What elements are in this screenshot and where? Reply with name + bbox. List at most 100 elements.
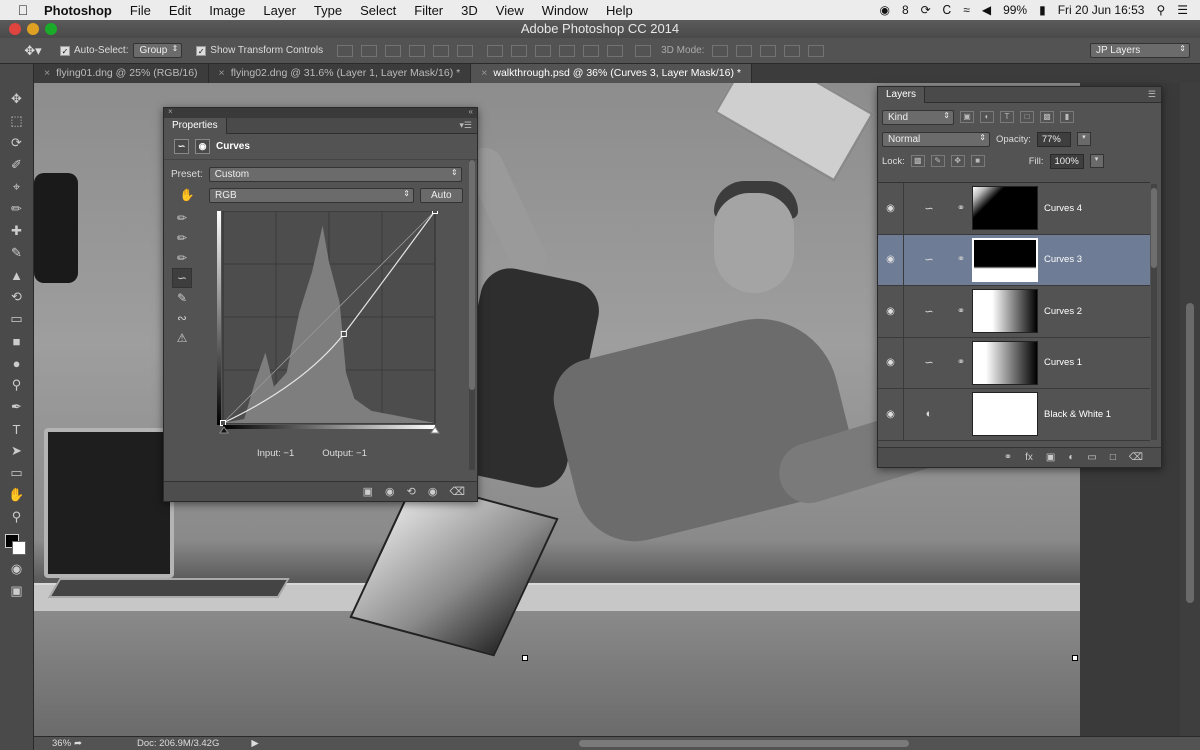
rectangle-tool-icon[interactable]: ▭ <box>0 462 33 484</box>
align-vertical-center-icon[interactable] <box>361 44 378 57</box>
zoom-tool-icon[interactable]: ⚲ <box>0 506 33 528</box>
screen-mode-icon[interactable]: ▣ <box>0 580 33 602</box>
curve-control-point[interactable] <box>432 211 438 214</box>
distribute-top-icon[interactable] <box>487 44 504 57</box>
new-group-folder-icon[interactable]: ▭ <box>1087 452 1096 463</box>
menu-file[interactable]: File <box>130 3 151 18</box>
filter-smart-object-icon[interactable]: ▩ <box>1040 111 1054 123</box>
type-tool-icon[interactable]: T <box>0 418 33 440</box>
brush-tool-icon[interactable]: ✎ <box>0 242 33 264</box>
mask-link-icon[interactable]: ⚭ <box>954 203 968 214</box>
menu-filter[interactable]: Filter <box>414 3 443 18</box>
auto-align-layers-icon[interactable] <box>635 44 652 57</box>
minimize-window-button[interactable] <box>27 23 39 35</box>
close-window-button[interactable] <box>9 23 21 35</box>
eraser-tool-icon[interactable]: ▭ <box>0 308 33 330</box>
sample-gray-point-icon[interactable]: ✏ <box>172 228 192 248</box>
visibility-eye-icon[interactable]: ◉ <box>878 183 904 234</box>
auto-select-checkbox[interactable]: ✓ Auto-Select: <box>60 45 128 56</box>
draw-curve-pencil-icon[interactable]: ✎ <box>172 288 192 308</box>
menu-3d[interactable]: 3D <box>461 3 478 18</box>
layer-name[interactable]: Curves 1 <box>1044 357 1082 368</box>
auto-button[interactable]: Auto <box>420 187 463 203</box>
new-adjustment-layer-icon[interactable]: ◐ <box>1068 452 1074 463</box>
curves-adjustment-icon[interactable]: ∽ <box>174 139 189 154</box>
align-right-icon[interactable] <box>457 44 474 57</box>
layer-black-white-1[interactable]: ◉ ◐ ⚭ Black & White 1 <box>878 389 1150 441</box>
filter-type-icon[interactable]: T <box>1000 111 1014 123</box>
curve-control-point[interactable] <box>220 420 226 426</box>
lasso-tool-icon[interactable]: ⟳ <box>0 132 33 154</box>
canvas-horizontal-scrollbar[interactable] <box>579 740 909 747</box>
delete-adjustment-trash-icon[interactable]: ⌫ <box>449 485 465 498</box>
menu-view[interactable]: View <box>496 3 524 18</box>
align-bottom-icon[interactable] <box>385 44 402 57</box>
channel-dropdown[interactable]: RGB <box>209 187 414 203</box>
distribute-horizontal-center-icon[interactable] <box>583 44 600 57</box>
zoom-level[interactable]: 36% <box>34 738 74 749</box>
transform-handle-bottom-center[interactable] <box>522 655 528 661</box>
view-previous-state-icon[interactable]: ◉ <box>385 485 395 498</box>
close-panel-icon[interactable]: × <box>168 107 173 116</box>
preset-dropdown[interactable]: Custom <box>208 166 462 182</box>
layer-mask-thumbnail[interactable] <box>972 340 1038 385</box>
blend-mode-dropdown[interactable]: Normal <box>882 131 990 147</box>
lock-all-icon[interactable]: ■ <box>970 155 985 167</box>
bluetooth-icon[interactable]: Ꮯ <box>943 3 952 18</box>
battery-percent[interactable]: 99% <box>1003 3 1027 17</box>
hand-tool-icon[interactable]: ✋ <box>0 484 33 506</box>
close-tab-icon[interactable]: × <box>44 67 50 79</box>
layer-curves-4[interactable]: ◉ ∽ ⚭ Curves 4 <box>878 183 1150 235</box>
visibility-eye-icon[interactable]: ◉ <box>878 286 904 337</box>
filter-pixel-icon[interactable]: ▣ <box>960 111 974 123</box>
filter-adjustment-icon[interactable]: ◐ <box>980 111 994 123</box>
layer-mask-thumbnail[interactable] <box>972 392 1038 437</box>
sync-icon[interactable]: ⟳ <box>921 3 931 17</box>
curve-control-point[interactable] <box>340 330 347 337</box>
sample-white-point-icon[interactable]: ✏ <box>172 248 192 268</box>
visibility-eye-icon[interactable]: ◉ <box>878 389 904 440</box>
crop-tool-icon[interactable]: ⌖ <box>0 176 33 198</box>
blur-tool-icon[interactable]: ● <box>0 352 33 374</box>
toggle-visibility-eye-icon[interactable]: ◉ <box>428 485 438 498</box>
close-tab-icon[interactable]: × <box>481 67 487 79</box>
menu-help[interactable]: Help <box>606 3 633 18</box>
scrollbar-thumb[interactable] <box>469 160 475 390</box>
visibility-eye-icon[interactable]: ◉ <box>878 234 904 285</box>
tab-walkthrough[interactable]: × walkthrough.psd @ 36% (Curves 3, Layer … <box>471 64 752 83</box>
creative-cloud-icon[interactable]: ◉ <box>879 3 889 17</box>
move-tool-icon[interactable]: ✥ <box>0 88 33 110</box>
pen-tool-icon[interactable]: ✒ <box>0 396 33 418</box>
panel-menu-icon[interactable]: ▾☰ <box>459 120 472 131</box>
spotlight-search-icon[interactable]: ⚲ <box>1156 3 1165 17</box>
align-top-icon[interactable] <box>337 44 354 57</box>
transform-handle-bottom-right[interactable] <box>1072 655 1078 661</box>
tab-layers[interactable]: Layers <box>878 87 926 103</box>
tab-properties[interactable]: Properties <box>164 118 227 134</box>
collapse-panel-icon[interactable]: « <box>469 107 473 116</box>
delete-layer-trash-icon[interactable]: ⌫ <box>1129 452 1143 463</box>
fill-slider-arrow-icon[interactable]: ▾ <box>1089 154 1104 168</box>
layer-mask-icon[interactable]: ◉ <box>195 139 210 154</box>
3d-drag-icon[interactable] <box>760 44 777 57</box>
healing-brush-tool-icon[interactable]: ✚ <box>0 220 33 242</box>
fill-input[interactable]: 100% <box>1049 153 1084 169</box>
layer-mask-thumbnail[interactable] <box>972 186 1038 231</box>
layer-curves-1[interactable]: ◉ ∽ ⚭ Curves 1 <box>878 337 1150 389</box>
curves-graph[interactable] <box>217 211 445 439</box>
menu-edit[interactable]: Edit <box>169 3 191 18</box>
clipping-warning-icon[interactable]: ⚠ <box>172 328 192 348</box>
3d-roll-icon[interactable] <box>736 44 753 57</box>
mask-link-icon[interactable]: ⚭ <box>954 306 968 317</box>
clone-stamp-tool-icon[interactable]: ▲ <box>0 264 33 286</box>
lock-image-pixels-icon[interactable]: ✎ <box>930 155 945 167</box>
move-tool-preset-icon[interactable]: ✥▾ <box>20 43 46 59</box>
history-brush-tool-icon[interactable]: ⟲ <box>0 286 33 308</box>
menu-select[interactable]: Select <box>360 3 396 18</box>
auto-select-target-dropdown[interactable]: Group <box>133 43 183 58</box>
gradient-tool-icon[interactable]: ■ <box>0 330 33 352</box>
opacity-input[interactable]: 77% <box>1036 131 1071 147</box>
status-menu-arrow-icon[interactable]: ▶ <box>251 738 258 749</box>
opacity-slider-arrow-icon[interactable]: ▾ <box>1076 132 1091 146</box>
menu-window[interactable]: Window <box>542 3 588 18</box>
